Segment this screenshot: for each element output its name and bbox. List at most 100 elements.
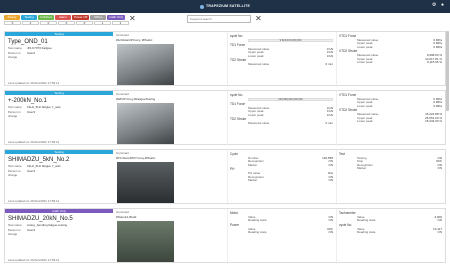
row-value: 0 kN bbox=[326, 53, 333, 58]
user-icon[interactable]: ● bbox=[441, 3, 446, 8]
count-alarm: 0 bbox=[58, 21, 75, 25]
person-label: Person in charge bbox=[8, 168, 21, 177]
row-label: Lower peak bbox=[248, 53, 264, 58]
data-panel-2: VTD1 Force Measured value 0 MPa Upper pea… bbox=[336, 91, 444, 146]
count-calib-only: 1 bbox=[112, 21, 129, 25]
row-value: 15,234.00 % bbox=[425, 119, 442, 124]
data-panel-2: VTD1 Force Measured value 0 MPa Upper pea… bbox=[336, 32, 444, 87]
clear-search-icon[interactable]: ✕ bbox=[255, 14, 262, 24]
filter-calib-only[interactable]: Calib Only bbox=[107, 15, 126, 20]
test-name-value: ±2Hz_5Hz fatigue Y_axis bbox=[27, 164, 61, 168]
row-value: ON bbox=[328, 178, 334, 183]
row-value: ON bbox=[328, 218, 334, 223]
row-label: Lower peak bbox=[357, 60, 373, 65]
row-value: ON bbox=[437, 166, 443, 171]
person-label: Person in charge bbox=[8, 50, 21, 59]
panel-subheading: PH bbox=[230, 167, 235, 172]
data-panel-1: Cycle Number 130,558 Recognition ON Marker… bbox=[227, 150, 335, 205]
row-label: Marker bbox=[248, 178, 258, 183]
row-value: ON bbox=[328, 230, 334, 235]
test-name-label: Test name bbox=[8, 164, 22, 168]
comment-label: Comment bbox=[116, 151, 130, 155]
panel-heading: cycle No. bbox=[230, 93, 244, 97]
comment-label: Comment bbox=[116, 33, 130, 37]
comment-value: #WFWYccoy,#FatigueTesting bbox=[116, 96, 156, 101]
row-label: Lower peak bbox=[357, 119, 373, 124]
device-photo bbox=[117, 103, 174, 144]
device-name: SHIMADZU_5kN_No.2 bbox=[8, 157, 70, 163]
device-card[interactable]: Testing +-200kN_No.1 Test name ±2Hz_5Hz f… bbox=[4, 90, 446, 146]
test-name-value: scissy_bending fatigue testing bbox=[27, 223, 68, 227]
panel-subheading: TD1 Force bbox=[230, 102, 246, 106]
test-name-value: ±2Hz_5Hz fatigue Y_axis bbox=[27, 105, 61, 109]
data-panel-2: Tachometer Value 3,000 Reading state ON cy… bbox=[336, 209, 444, 264]
filter-alarm[interactable]: Alarm bbox=[55, 15, 71, 20]
row-label: Measured value bbox=[248, 62, 270, 67]
comment-value: #Taion12,#bold bbox=[116, 214, 137, 219]
filter-offline[interactable]: Offline bbox=[90, 15, 107, 20]
search-input[interactable] bbox=[187, 15, 251, 23]
row-value: ON bbox=[328, 162, 334, 167]
comment-label: Comment bbox=[116, 92, 130, 96]
person-value: User3 bbox=[27, 109, 36, 114]
row-label: Lower peak bbox=[357, 103, 373, 108]
panel-subheading: Power bbox=[230, 222, 240, 227]
filter-finished[interactable]: Finished bbox=[38, 15, 54, 20]
test-name-label: Test name bbox=[8, 105, 22, 109]
panel-heading: VTD1 Force bbox=[339, 93, 357, 97]
row-value: 0 mm bbox=[325, 62, 334, 67]
panel-subheading: TD2 Stroke bbox=[230, 58, 247, 63]
count-finished: 0 bbox=[40, 21, 57, 25]
count-offline: 1 bbox=[94, 21, 111, 25]
cycle-progress-bar: 130,582/100,000,000 bbox=[248, 98, 333, 101]
device-card[interactable]: Calib Only SHIMADZU_20kN_No.5 Test name s… bbox=[4, 208, 446, 264]
data-panel-2: Test Testing ON Stop OFF Recognition ON Mar… bbox=[336, 150, 444, 205]
panel-heading: Test bbox=[339, 152, 345, 156]
panel-subheading: TD1 Force bbox=[230, 43, 246, 47]
device-card[interactable]: Testing SHIMADZU_5kN_No.2 Test name ±2Hz_… bbox=[4, 149, 446, 205]
row-value: 0 MPa bbox=[433, 103, 442, 108]
filter-testing[interactable]: Testing bbox=[21, 15, 37, 20]
row-label: Reading state bbox=[248, 218, 267, 223]
device-card[interactable]: Testing Type_OND_01 Test name JIS K7073 F… bbox=[4, 31, 446, 87]
panel-heading: Motor bbox=[230, 211, 239, 215]
last-updated: Last updated at: 26/Jan/2022 17:59:11 bbox=[8, 140, 60, 144]
row-label: Marker bbox=[248, 162, 258, 167]
device-photo bbox=[117, 162, 174, 203]
data-panel-1: cycle No. 130,582/100,000,000 TD1 Force … bbox=[227, 91, 335, 146]
status-filter-bar: Ready Testing Finished Alarm Power Off O… bbox=[4, 15, 126, 20]
row-label: Lower peak bbox=[248, 112, 264, 117]
panel-subheading: TD2 Stroke bbox=[230, 117, 247, 122]
last-updated: Last updated at: 26/Jan/2022 17:59:11 bbox=[8, 258, 60, 262]
filter-ready[interactable]: Ready bbox=[4, 15, 20, 20]
app-logo-icon bbox=[200, 4, 204, 9]
row-label: Reading state bbox=[248, 230, 267, 235]
gear-icon[interactable]: ⚙ bbox=[432, 3, 437, 8]
data-panel-1: cycle No. 9,821/100,000,000 TD1 Force Me… bbox=[227, 32, 335, 87]
clear-filter-icon[interactable]: ✕ bbox=[129, 14, 136, 24]
person-value: User3 bbox=[27, 168, 36, 173]
person-value: User3 bbox=[27, 227, 36, 232]
scrollbar[interactable] bbox=[446, 31, 449, 111]
test-name-label: Test name bbox=[8, 223, 22, 227]
app-title-text: TRAPEZIUM SATELLITE bbox=[206, 4, 250, 9]
panel-heading: Cycle bbox=[230, 152, 238, 156]
filter-power-off[interactable]: Power Off bbox=[72, 15, 90, 20]
row-label: Measured value bbox=[248, 121, 270, 126]
panel-heading: Tachometer bbox=[339, 211, 356, 215]
data-panel-1: Motor Value ON Reading state ON Power Valu… bbox=[227, 209, 335, 264]
row-value: 0 kN bbox=[326, 112, 333, 117]
row-label: Marker bbox=[357, 166, 367, 171]
row-value: ON bbox=[437, 218, 443, 223]
device-name: Type_OND_01 bbox=[8, 39, 48, 45]
cycle-progress-bar: 9,821/100,000,000 bbox=[248, 39, 333, 42]
row-label: Reading state bbox=[357, 230, 376, 235]
app-title: TRAPEZIUM SATELLITE bbox=[0, 4, 450, 9]
comment-label: Comment bbox=[116, 210, 130, 214]
comment-value: #4c10start/#Yoccy, #Plastic bbox=[116, 37, 153, 42]
row-value: 9,115.65 % bbox=[427, 60, 442, 65]
comment-value: #FS.Start,#WVYccoy,#Plastic bbox=[116, 155, 156, 160]
top-bar: TRAPEZIUM SATELLITE ⚙ ● bbox=[0, 0, 450, 13]
person-label: Person in charge bbox=[8, 109, 21, 118]
panel-subheading: cycle No. bbox=[339, 222, 353, 227]
